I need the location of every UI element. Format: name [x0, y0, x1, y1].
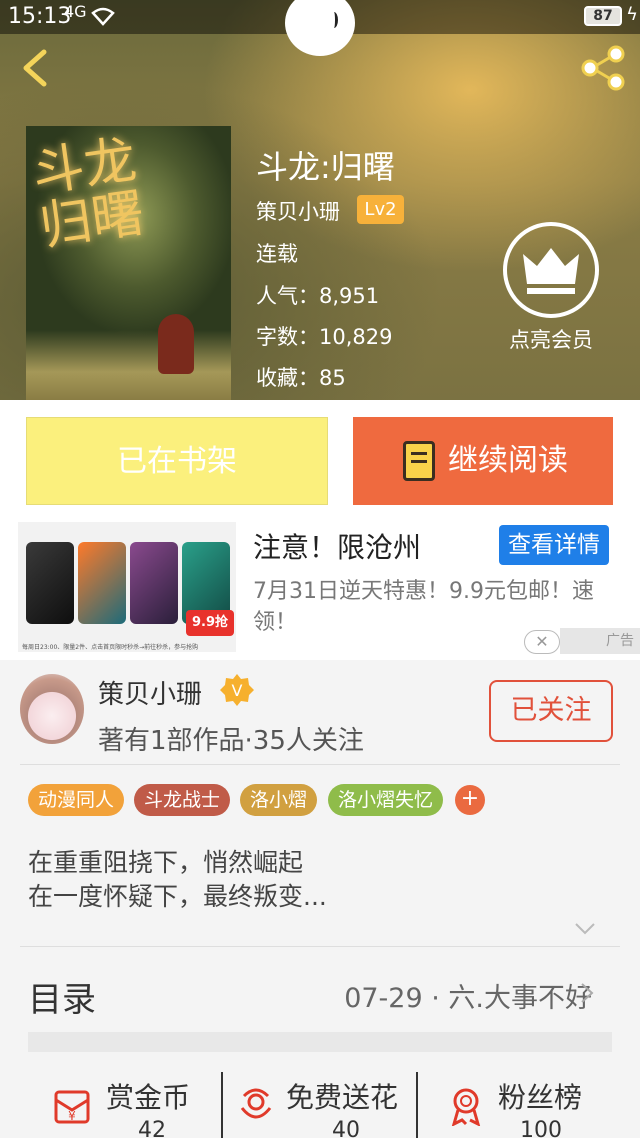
ad-image[interactable]: 9.9抢 每周日23:00、限量2件、点击首页限时秒杀→前往秒杀，参与抢购 — [18, 522, 236, 652]
avatar[interactable] — [20, 674, 84, 744]
coin-envelope-icon: ¥ — [54, 1090, 90, 1124]
fan-ranking-label: 粉丝榜 — [498, 1081, 583, 1114]
stat-value: 8,951 — [319, 284, 380, 308]
continue-reading-label: 继续阅读 — [448, 443, 568, 478]
tag[interactable]: 洛小熠 — [240, 784, 318, 816]
tag[interactable]: 动漫同人 — [28, 784, 125, 816]
fan-ranking-button[interactable]: 粉丝榜 100 — [446, 1066, 616, 1138]
book-title: 斗龙:归曙 — [256, 148, 395, 186]
synopsis-line: 在一度怀疑下，最终叛变... — [28, 882, 327, 911]
close-icon[interactable]: ✕ — [524, 630, 560, 654]
stat-popularity: 人气：8,951 — [256, 284, 380, 308]
stat-value: 10,829 — [319, 325, 393, 349]
reward-coins-count: 42 — [138, 1118, 166, 1138]
divider — [20, 764, 620, 765]
author-name[interactable]: 策贝小珊 — [98, 674, 202, 711]
send-flower-label: 免费送花 — [286, 1081, 399, 1114]
vip-label: 点亮会员 — [509, 328, 593, 352]
charging-icon: ϟ — [626, 4, 638, 25]
status-time: 15:13 — [8, 4, 72, 29]
separator — [416, 1072, 418, 1138]
tag-label: 洛小熠 — [250, 789, 308, 811]
followed-button[interactable]: 已关注 — [489, 680, 613, 742]
author-meta: 著有1部作品·35人关注 — [98, 726, 364, 756]
section-band — [28, 1032, 612, 1052]
stat-label: 字数 — [256, 325, 298, 349]
level-badge: Lv2 — [357, 195, 404, 224]
toc-label: 目录 — [28, 980, 96, 1020]
ad-label: 广告 — [560, 628, 640, 654]
crown-icon — [503, 222, 599, 318]
table-of-contents-row[interactable]: 目录 07-29 · 六.大事不好 — [0, 946, 640, 1036]
ad-banner[interactable]: 9.9抢 每周日23:00、限量2件、点击首页限时秒杀→前往秒杀，参与抢购 注意… — [0, 522, 640, 660]
send-flower-count: 40 — [332, 1118, 360, 1138]
wifi-icon — [91, 7, 115, 26]
tag-label: 动漫同人 — [38, 789, 115, 811]
back-arrow-icon[interactable] — [18, 48, 58, 88]
separator — [221, 1072, 223, 1138]
medal-icon — [451, 1088, 481, 1126]
stat-value: 85 — [319, 366, 346, 390]
fan-ranking-count: 100 — [520, 1118, 562, 1138]
svg-text:V: V — [232, 681, 243, 700]
stat-word-count: 字数：10,829 — [256, 325, 393, 349]
signal-icon: 4G — [64, 2, 87, 21]
tag-label: 斗龙战士 — [144, 789, 221, 811]
on-shelf-button[interactable]: 已在书架 — [26, 417, 328, 505]
book-cover[interactable]: 斗龙归曙 — [26, 126, 231, 400]
ad-fineprint: 每周日23:00、限量2件、点击首页限时秒杀→前往秒杀，参与抢购 — [22, 644, 199, 651]
phone-image — [130, 542, 178, 624]
flower-icon — [240, 1088, 272, 1119]
book-icon — [403, 441, 435, 481]
battery-icon: 87 — [584, 6, 622, 26]
send-flower-button[interactable]: 免费送花 40 — [236, 1066, 412, 1138]
share-icon[interactable] — [578, 44, 628, 92]
phone-image — [78, 542, 126, 624]
floating-handle-icon — [330, 12, 338, 28]
book-author[interactable]: 策贝小珊 — [256, 196, 340, 226]
phone-image — [26, 542, 74, 624]
action-bar: 已在书架 继续阅读 — [0, 400, 640, 522]
bottom-actions: ¥ 赏金币 42 免费送花 40 粉丝榜 100 — [0, 1066, 640, 1138]
vip-button[interactable]: 点亮会员 — [500, 222, 602, 354]
tag[interactable]: 斗龙战士 — [134, 784, 231, 816]
stat-label: 人气 — [256, 284, 298, 308]
chevron-right-icon — [581, 983, 594, 1003]
ad-price-badge: 9.9抢 — [186, 610, 234, 636]
svg-text:¥: ¥ — [68, 1109, 76, 1123]
stat-label: 收藏 — [256, 366, 298, 390]
verified-badge-icon: V — [220, 674, 254, 706]
stat-favorites: 收藏：85 — [256, 366, 346, 390]
chevron-down-icon[interactable] — [574, 922, 596, 936]
ad-label-text: 广告 — [606, 633, 634, 649]
book-status: 连载 — [256, 242, 298, 266]
tag-label: 洛小熠失忆 — [338, 789, 434, 811]
floating-handle[interactable] — [285, 0, 355, 56]
book-header: 15:13 4G 87 ϟ 斗龙归曙 斗龙:归曙 策贝小珊 Lv2 连载 人气：… — [0, 0, 640, 400]
cover-figure — [158, 314, 194, 374]
reward-coins-label: 赏金币 — [106, 1081, 191, 1114]
cover-grass — [26, 330, 231, 400]
ad-detail-button[interactable]: 查看详情 — [499, 525, 609, 565]
latest-chapter: 07-29 · 六.大事不好 — [344, 983, 592, 1014]
author-section: 策贝小珊 V 著有1部作品·35人关注 已关注 动漫同人 斗龙战士 洛小熠 洛小… — [0, 660, 640, 1138]
reward-coins-button[interactable]: ¥ 赏金币 42 — [52, 1066, 202, 1138]
cover-title: 斗龙归曙 — [28, 130, 148, 258]
continue-reading-button[interactable]: 继续阅读 — [353, 417, 613, 505]
ad-headline: 注意！限沧州 — [253, 531, 422, 564]
synopsis: 在重重阻挠下，悄然崛起 在一度怀疑下，最终叛变... — [28, 846, 327, 914]
synopsis-line: 在重重阻挠下，悄然崛起 — [28, 848, 304, 877]
add-tag-button[interactable]: + — [455, 785, 485, 815]
tag[interactable]: 洛小熠失忆 — [328, 784, 444, 816]
